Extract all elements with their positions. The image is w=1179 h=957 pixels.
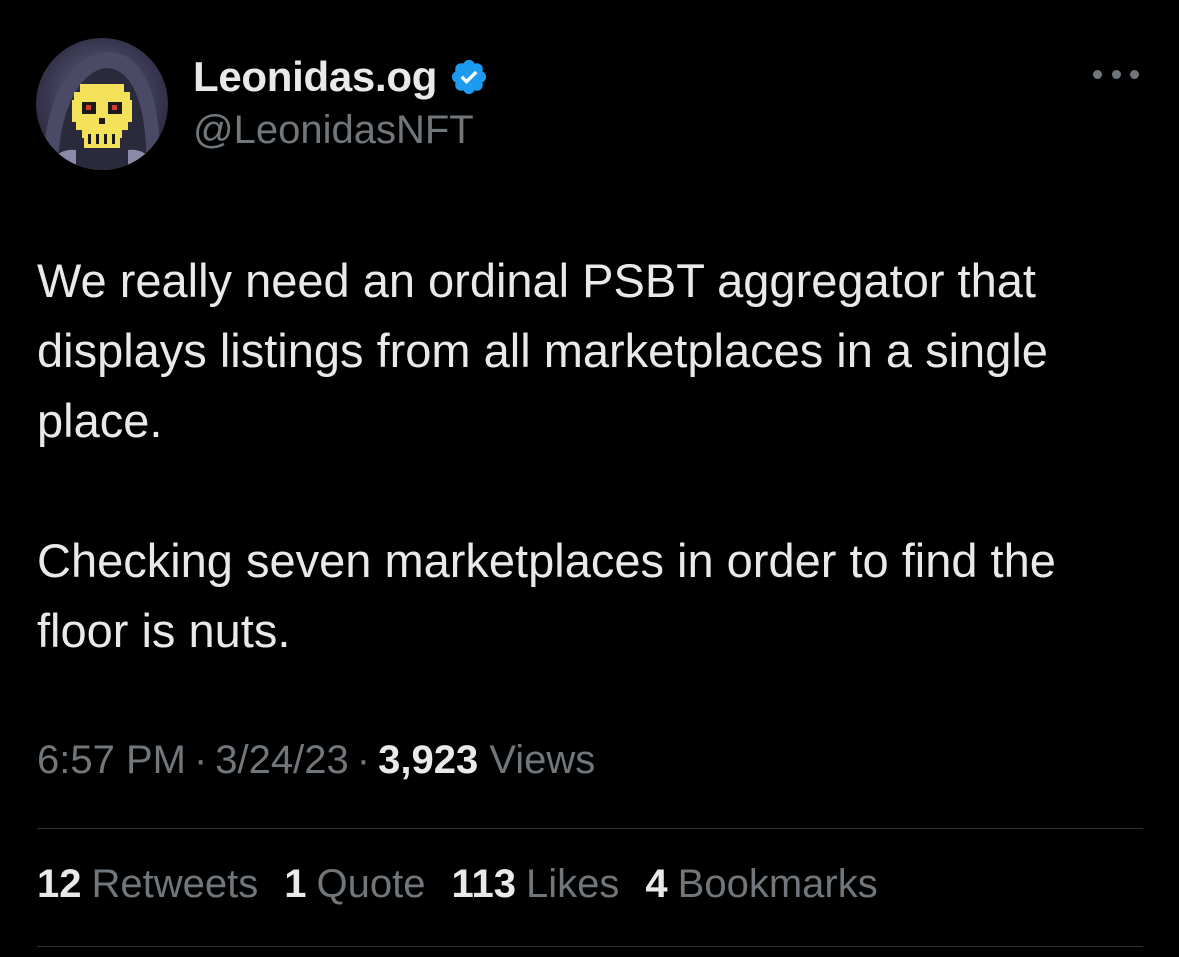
tweet-meta: 6:57 PM · 3/24/23 · 3,923 Views — [37, 738, 595, 783]
author-name-row: Leonidas.og — [193, 52, 489, 102]
pixel-skull-avatar-icon — [43, 51, 161, 170]
engagement-stats: 12 Retweets 1 Quote 113 Likes 4 Bookmarks — [37, 862, 878, 907]
author-handle[interactable]: @LeonidasNFT — [193, 108, 474, 153]
divider — [37, 946, 1143, 947]
divider — [37, 828, 1143, 829]
tweet-paragraph: Checking seven marketplaces in order to … — [37, 534, 1056, 657]
meta-separator: · — [193, 738, 208, 782]
bookmarks-label: Bookmarks — [677, 862, 878, 906]
tweet-container: Leonidas.og @LeonidasNFT We really need … — [0, 0, 1179, 957]
retweets-count: 12 — [37, 862, 82, 906]
dot-icon — [1093, 69, 1102, 79]
views-count: 3,923 — [378, 738, 479, 782]
likes-label: Likes — [526, 862, 620, 906]
views-label: Views — [489, 738, 596, 782]
meta-separator: · — [356, 738, 371, 782]
quotes-stat[interactable]: 1 Quote — [284, 862, 425, 907]
retweets-stat[interactable]: 12 Retweets — [37, 862, 258, 907]
quotes-count: 1 — [284, 862, 307, 906]
avatar[interactable] — [36, 38, 168, 170]
more-options-icon[interactable] — [1093, 64, 1139, 84]
bookmarks-stat[interactable]: 4 Bookmarks — [645, 862, 877, 907]
likes-count: 113 — [451, 862, 516, 906]
verified-badge-icon[interactable] — [449, 57, 489, 97]
bookmarks-count: 4 — [645, 862, 668, 906]
dot-icon — [1111, 69, 1121, 79]
timestamp-time[interactable]: 6:57 PM — [37, 738, 186, 782]
tweet-paragraph: We really need an ordinal PSBT aggregato… — [37, 254, 1048, 447]
timestamp-date[interactable]: 3/24/23 — [215, 738, 348, 782]
retweets-label: Retweets — [91, 862, 259, 906]
dot-icon — [1130, 69, 1139, 79]
likes-stat[interactable]: 113 Likes — [451, 862, 619, 907]
display-name[interactable]: Leonidas.og — [193, 53, 437, 101]
quotes-label: Quote — [316, 862, 426, 906]
tweet-text: We really need an ordinal PSBT aggregato… — [37, 246, 1147, 666]
